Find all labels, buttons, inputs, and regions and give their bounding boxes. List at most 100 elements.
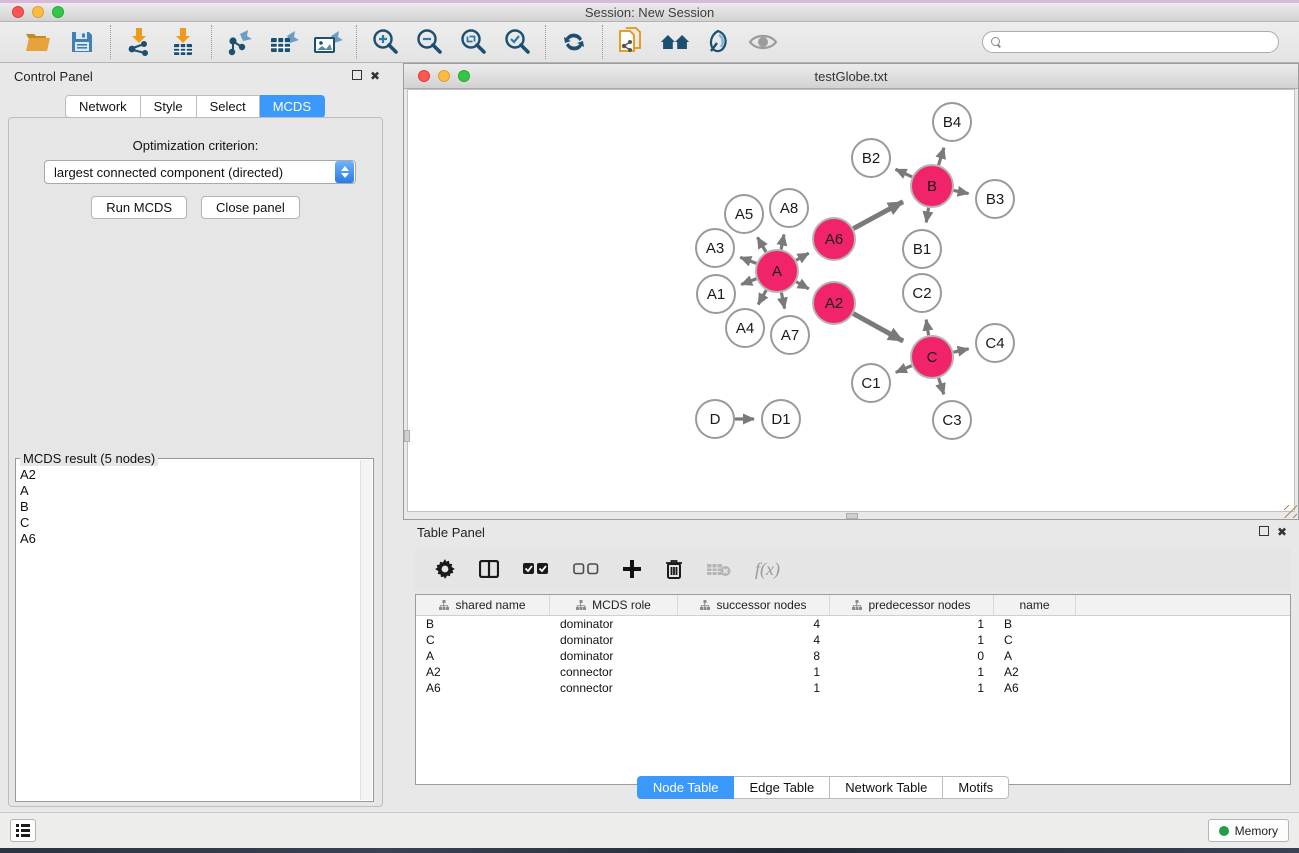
table-cell[interactable]: 4 (678, 617, 830, 631)
table-cell[interactable]: B (416, 617, 550, 631)
tab-style[interactable]: Style (141, 95, 197, 118)
export-image-icon[interactable] (313, 27, 343, 57)
search-input[interactable] (1007, 35, 1270, 49)
table-tab-network-table[interactable]: Network Table (830, 776, 943, 799)
table-cell[interactable]: A (416, 649, 550, 663)
zoom-window-button[interactable] (52, 6, 64, 18)
import-network-icon[interactable] (124, 27, 154, 57)
table-tab-node-table[interactable]: Node Table (637, 776, 735, 799)
network-close-button[interactable] (418, 70, 430, 82)
bottom-splitter-handle[interactable] (846, 513, 858, 519)
mcds-result-scrollbar[interactable] (360, 460, 372, 800)
split-view-icon[interactable] (479, 560, 499, 578)
graph-node-A8[interactable]: A8 (770, 189, 808, 227)
column-header-successor-nodes[interactable]: successor nodes (678, 595, 830, 615)
graph-node-B1[interactable]: B1 (903, 230, 941, 268)
graph-edge-C-C4[interactable] (953, 349, 968, 352)
table-cell[interactable]: 0 (830, 649, 994, 663)
minimize-window-button[interactable] (32, 6, 44, 18)
open-session-icon[interactable] (23, 27, 53, 57)
home-icon[interactable] (660, 27, 690, 57)
graph-edge-B-B3[interactable] (954, 190, 969, 193)
graph-edge-A6-B[interactable] (853, 202, 903, 229)
table-cell[interactable]: B (994, 617, 1076, 631)
close-table-panel-icon[interactable]: ✖ (1277, 526, 1287, 538)
graph-node-D[interactable]: D (696, 400, 734, 438)
task-history-button[interactable] (10, 819, 36, 842)
table-cell[interactable]: A2 (416, 665, 550, 679)
tab-select[interactable]: Select (197, 95, 260, 118)
network-canvas[interactable]: AA1A2A3A4A5A6A7A8BB1B2B3B4CC1C2C3C4DD1 (407, 89, 1295, 512)
table-cell[interactable]: 1 (830, 681, 994, 695)
table-cell[interactable]: connector (550, 681, 678, 695)
graph-edge-C-C2[interactable] (926, 320, 928, 336)
graph-node-C[interactable]: C (911, 336, 953, 378)
table-row[interactable]: A6connector11A6 (416, 680, 1290, 696)
graph-node-C2[interactable]: C2 (903, 274, 941, 312)
table-cell[interactable]: 1 (830, 617, 994, 631)
table-cell[interactable]: C (994, 633, 1076, 647)
graph-edge-A-A7[interactable] (781, 293, 784, 309)
graph-node-C3[interactable]: C3 (933, 401, 971, 439)
table-row[interactable]: Bdominator41B (416, 616, 1290, 632)
eye-icon[interactable] (748, 27, 778, 57)
graph-edge-B-B2[interactable] (896, 169, 912, 177)
search-box[interactable] (982, 31, 1279, 53)
graph-node-A5[interactable]: A5 (725, 195, 763, 233)
zoom-out-icon[interactable] (414, 27, 444, 57)
run-mcds-button[interactable]: Run MCDS (91, 196, 187, 219)
panel-splitter[interactable] (390, 63, 403, 812)
graph-node-A3[interactable]: A3 (696, 229, 734, 267)
column-header-shared-name[interactable]: shared name (416, 595, 550, 615)
graph-node-A6[interactable]: A6 (813, 218, 855, 260)
table-cell[interactable]: dominator (550, 649, 678, 663)
graph-node-B2[interactable]: B2 (852, 139, 890, 177)
mcds-result-item[interactable]: A (18, 483, 360, 499)
zoom-fit-icon[interactable] (458, 27, 488, 57)
mcds-result-item[interactable]: A6 (18, 531, 360, 547)
network-window-titlebar[interactable]: testGlobe.txt (404, 64, 1298, 89)
graph-node-A7[interactable]: A7 (771, 316, 809, 354)
mcds-result-item[interactable]: C (18, 515, 360, 531)
table-cell[interactable]: A (994, 649, 1076, 663)
column-header-MCDS-role[interactable]: MCDS role (550, 595, 678, 615)
graph-edge-C-C3[interactable] (939, 378, 944, 394)
table-cell[interactable]: A6 (994, 681, 1076, 695)
mcds-result-item[interactable]: B (18, 499, 360, 515)
gear-icon[interactable] (435, 559, 455, 579)
graph-edge-A2-C[interactable] (853, 314, 903, 341)
graph-edge-A-A5[interactable] (758, 237, 766, 252)
graph-node-C1[interactable]: C1 (852, 364, 890, 402)
refresh-icon[interactable] (559, 27, 589, 57)
save-session-icon[interactable] (67, 27, 97, 57)
zoom-in-icon[interactable] (370, 27, 400, 57)
table-cell[interactable]: 1 (678, 681, 830, 695)
table-cell[interactable]: connector (550, 665, 678, 679)
table-tab-edge-table[interactable]: Edge Table (734, 776, 830, 799)
memory-button[interactable]: Memory (1208, 819, 1289, 842)
zoom-selected-icon[interactable] (502, 27, 532, 57)
table-cell[interactable]: A6 (416, 681, 550, 695)
graph-edge-C-C1[interactable] (896, 366, 912, 373)
graph-edge-A-A3[interactable] (740, 257, 756, 263)
table-row[interactable]: Cdominator41C (416, 632, 1290, 648)
graph-edge-A-A2[interactable] (796, 282, 809, 289)
float-panel-icon[interactable] (352, 70, 362, 80)
table-cell[interactable]: dominator (550, 617, 678, 631)
graph-node-D1[interactable]: D1 (762, 400, 800, 438)
duplicate-network-icon[interactable] (616, 27, 646, 57)
show-all-columns-icon[interactable] (523, 563, 549, 575)
close-panel-button[interactable]: Close panel (201, 196, 300, 219)
graph-edge-A-A4[interactable] (758, 290, 766, 304)
float-table-panel-icon[interactable] (1259, 526, 1269, 536)
create-column-icon[interactable] (623, 560, 641, 578)
graph-edge-A-A6[interactable] (796, 253, 809, 260)
graph-edge-B-B1[interactable] (926, 208, 928, 223)
table-cell[interactable]: 1 (830, 633, 994, 647)
table-cell[interactable]: dominator (550, 633, 678, 647)
table-cell[interactable]: C (416, 633, 550, 647)
graph-node-A2[interactable]: A2 (813, 282, 855, 324)
mcds-result-item[interactable]: A2 (18, 467, 360, 483)
hide-all-columns-icon[interactable] (573, 563, 599, 575)
graph-node-B[interactable]: B (911, 165, 953, 207)
